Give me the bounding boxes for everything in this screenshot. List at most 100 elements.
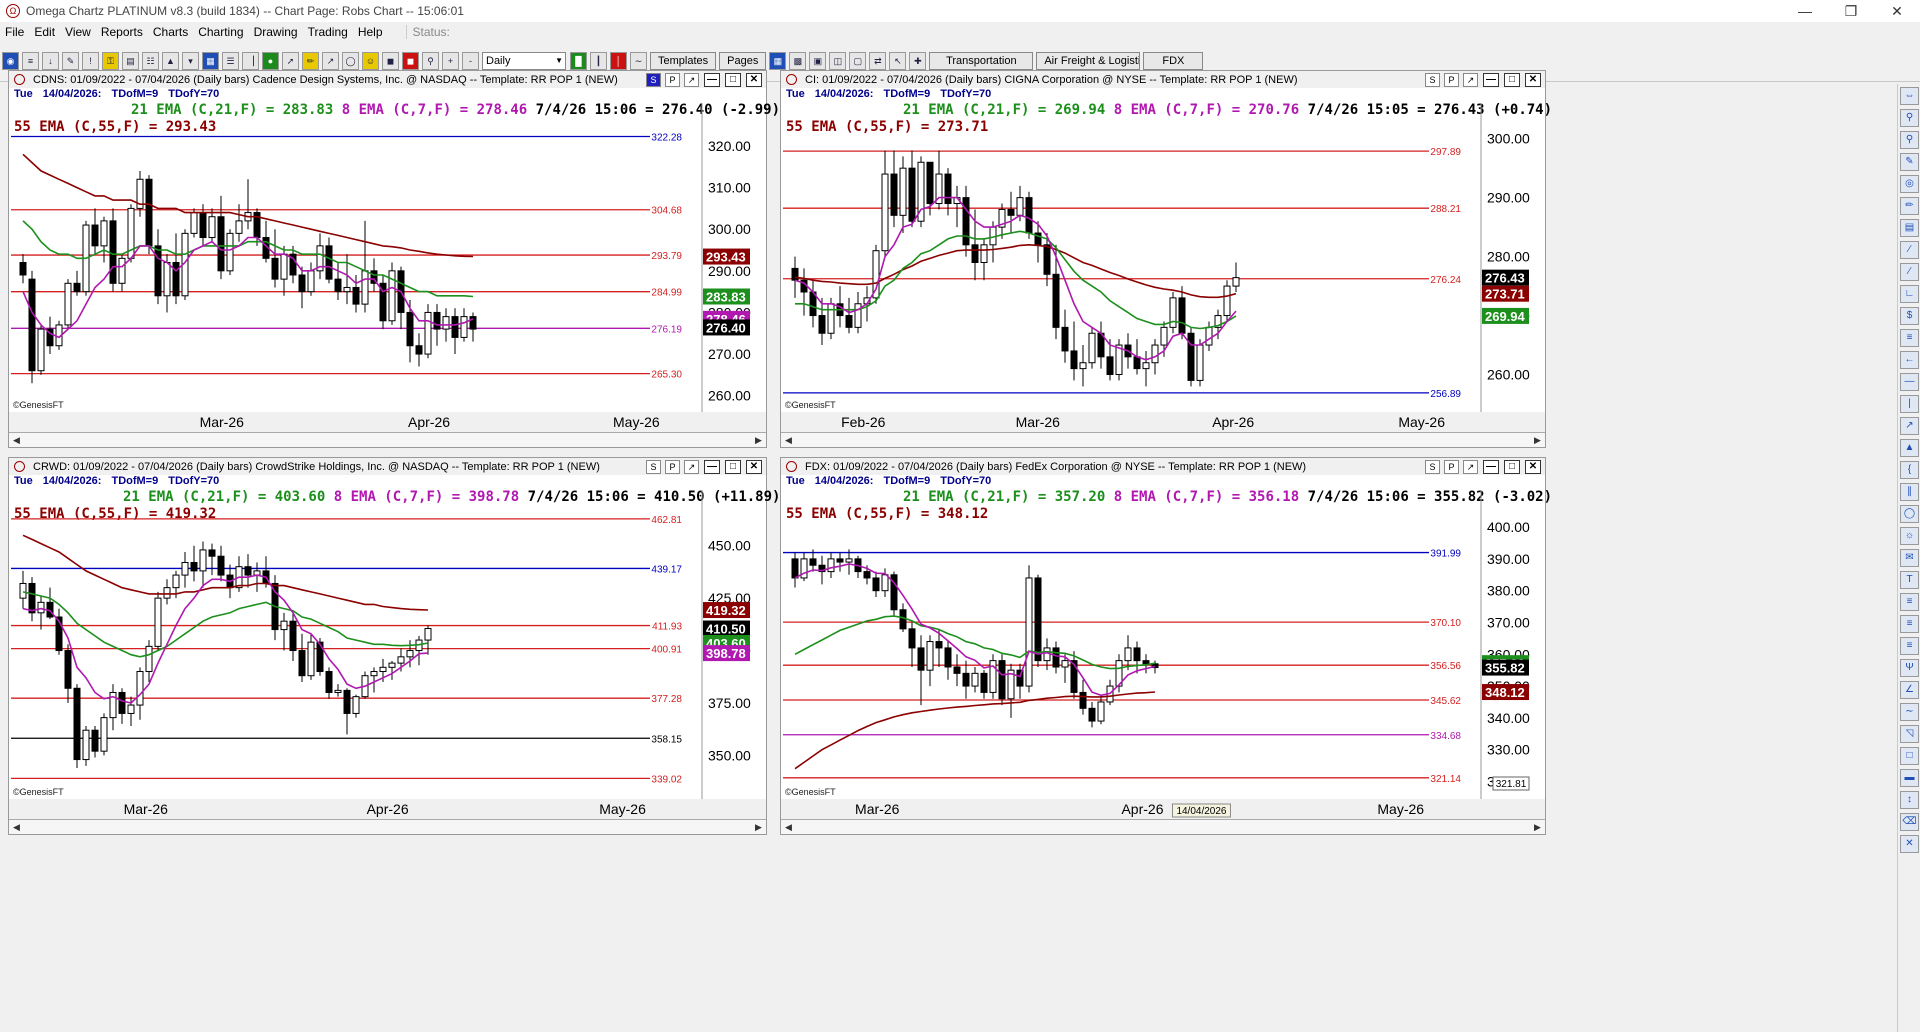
chart-plot[interactable]: 322.28 304.68 293.79 284.99 276.19 265.30 320.… — [9, 71, 768, 449]
triangle-icon[interactable]: ▲ — [1900, 439, 1919, 457]
angle-icon[interactable]: ∠ — [1900, 681, 1919, 699]
vline-icon[interactable]: | — [1900, 395, 1919, 413]
pencil-icon[interactable]: ✏ — [302, 52, 319, 70]
arrow-left-icon[interactable]: ← — [1900, 351, 1919, 369]
menu-reports[interactable]: Reports — [96, 25, 148, 39]
alert-icon[interactable]: ! — [82, 52, 99, 70]
ohlc-icon[interactable]: │ — [610, 52, 627, 70]
pitchfork-icon[interactable]: Ψ — [1900, 659, 1919, 677]
menu-edit[interactable]: Edit — [29, 25, 60, 39]
close-icon[interactable]: ✕ — [1874, 0, 1920, 22]
horizontal-scrollbar[interactable]: ◀ ▶ — [781, 819, 1545, 834]
ray-icon[interactable]: ↗ — [1900, 417, 1919, 435]
parallel-icon[interactable]: ∥ — [1900, 483, 1919, 501]
transportation-button[interactable]: Transportation — [929, 52, 1034, 70]
brush-icon[interactable]: ✎ — [1900, 153, 1919, 171]
channel-icon[interactable]: ∕ — [1900, 263, 1919, 281]
air-freight-button[interactable]: Air Freight & Logisti — [1036, 52, 1141, 70]
ellipse-icon[interactable]: ◯ — [1900, 505, 1919, 523]
expand-icon[interactable]: ⇔ — [1900, 87, 1919, 105]
eraser-icon[interactable]: ⌫ — [1900, 813, 1919, 831]
traffic-light-icon[interactable]: ≡ — [22, 52, 39, 70]
box-icon[interactable]: □ — [1900, 747, 1919, 765]
download-icon[interactable]: ↓ — [42, 52, 59, 70]
restore-icon[interactable]: ❐ — [1828, 0, 1874, 22]
chart-plot[interactable]: 462.81 439.17 411.93 400.91 377.28 358.15 339.… — [9, 458, 768, 836]
target-icon[interactable]: ◎ — [1900, 175, 1919, 193]
filter-icon[interactable]: ▾ — [182, 52, 199, 70]
image-icon[interactable]: ▤ — [1900, 219, 1919, 237]
pointer-icon[interactable]: ↖ — [889, 52, 907, 70]
edit-icon[interactable]: ✎ — [62, 52, 79, 70]
pen-icon[interactable]: ✏ — [1900, 197, 1919, 215]
list-icon[interactable]: ☰ — [222, 52, 239, 70]
plus-icon[interactable]: + — [442, 52, 459, 70]
menu-help[interactable]: Help — [353, 25, 388, 39]
split-icon[interactable]: ◫ — [829, 52, 847, 70]
scroll-right-icon[interactable]: ▶ — [1530, 433, 1545, 447]
smiley-icon[interactable]: ☺ — [362, 52, 379, 70]
flame-icon[interactable]: ▲ — [162, 52, 179, 70]
scroll-left-icon[interactable]: ◀ — [9, 433, 24, 447]
note-icon[interactable]: ✉ — [1900, 549, 1919, 567]
robot-icon[interactable]: ● — [262, 52, 279, 70]
lines-icon[interactable]: ≡ — [1900, 637, 1919, 655]
fan-icon[interactable]: ∟ — [1900, 285, 1919, 303]
menu-file[interactable]: File — [0, 25, 29, 39]
scroll-left-icon[interactable]: ◀ — [9, 820, 24, 834]
scroll-right-icon[interactable]: ▶ — [1530, 820, 1545, 834]
horizontal-scrollbar[interactable]: ◀ ▶ — [9, 819, 766, 834]
layout-icon[interactable]: ▦ — [769, 52, 787, 70]
ruler-icon[interactable]: ▬ — [1900, 769, 1919, 787]
bracket-icon[interactable]: { — [1900, 461, 1919, 479]
key-icon[interactable]: ⚿ — [102, 52, 119, 70]
wave-icon[interactable]: ∼ — [1900, 703, 1919, 721]
fdx-button[interactable]: FDX — [1143, 52, 1204, 70]
pages-button[interactable]: Pages — [719, 52, 767, 70]
circle-icon[interactable]: ◯ — [342, 52, 359, 70]
tile-icon[interactable]: ▩ — [789, 52, 807, 70]
trend-icon[interactable]: ↗ — [322, 52, 339, 70]
arrow-icon[interactable]: ➚ — [282, 52, 299, 70]
minus-icon[interactable]: - — [462, 52, 479, 70]
scroll-right-icon[interactable]: ▶ — [751, 433, 766, 447]
period-select[interactable]: Daily ▼ — [482, 52, 566, 70]
record-icon[interactable]: ◼ — [402, 52, 419, 70]
minimize-icon[interactable]: — — [1782, 0, 1828, 22]
chart-icon[interactable]: ▕ — [242, 52, 259, 70]
menu-view[interactable]: View — [60, 25, 96, 39]
grid-lines-icon[interactable]: ≡ — [1900, 593, 1919, 611]
menu-charts[interactable]: Charts — [148, 25, 193, 39]
grid-icon[interactable]: ▦ — [202, 52, 219, 70]
zoom-out-icon[interactable]: ⚲ — [1900, 131, 1919, 149]
delete-icon[interactable]: ✕ — [1900, 835, 1919, 853]
horizontal-scrollbar[interactable]: ◀ ▶ — [9, 432, 766, 447]
text-icon[interactable]: T — [1900, 571, 1919, 589]
globe-icon[interactable]: ◉ — [2, 52, 19, 70]
trendline-icon[interactable]: ∕ — [1900, 241, 1919, 259]
stop-icon[interactable]: ◼ — [382, 52, 399, 70]
bar-chart-icon[interactable]: █ — [570, 52, 587, 70]
scroll-left-icon[interactable]: ◀ — [781, 433, 796, 447]
sync-icon[interactable]: ⇄ — [869, 52, 887, 70]
chart-panel-crwd[interactable]: CRWD: 01/09/2022 - 07/04/2026 (Daily bar… — [8, 457, 780, 836]
menu-trading[interactable]: Trading — [303, 25, 353, 39]
scan-icon[interactable]: ☷ — [142, 52, 159, 70]
chart-panel-cdns[interactable]: CDNS: 01/09/2022 - 07/04/2026 (Daily bar… — [8, 70, 780, 449]
levels-icon[interactable]: ≡ — [1900, 615, 1919, 633]
candle-icon[interactable]: ┃ — [590, 52, 607, 70]
scroll-right-icon[interactable]: ▶ — [751, 820, 766, 834]
hline-icon[interactable]: — — [1900, 373, 1919, 391]
report-icon[interactable]: ▤ — [122, 52, 139, 70]
spiral-icon[interactable]: ☼ — [1900, 527, 1919, 545]
line-chart-icon[interactable]: ∼ — [630, 52, 647, 70]
fib-icon[interactable]: ≡ — [1900, 329, 1919, 347]
chart-plot[interactable]: 297.89 288.21 276.24 256.89 300.00 290.00 280.… — [781, 71, 1547, 449]
templates-button[interactable]: Templates — [650, 52, 717, 70]
chart-panel-ci[interactable]: CI: 01/09/2022 - 07/04/2026 (Daily bars)… — [780, 70, 1552, 449]
scroll-left-icon[interactable]: ◀ — [781, 820, 796, 834]
zoom-in-icon[interactable]: ⚲ — [1900, 109, 1919, 127]
horizontal-scrollbar[interactable]: ◀ ▶ — [781, 432, 1545, 447]
dollar-icon[interactable]: $ — [1900, 307, 1919, 325]
window-icon[interactable]: ▢ — [849, 52, 867, 70]
